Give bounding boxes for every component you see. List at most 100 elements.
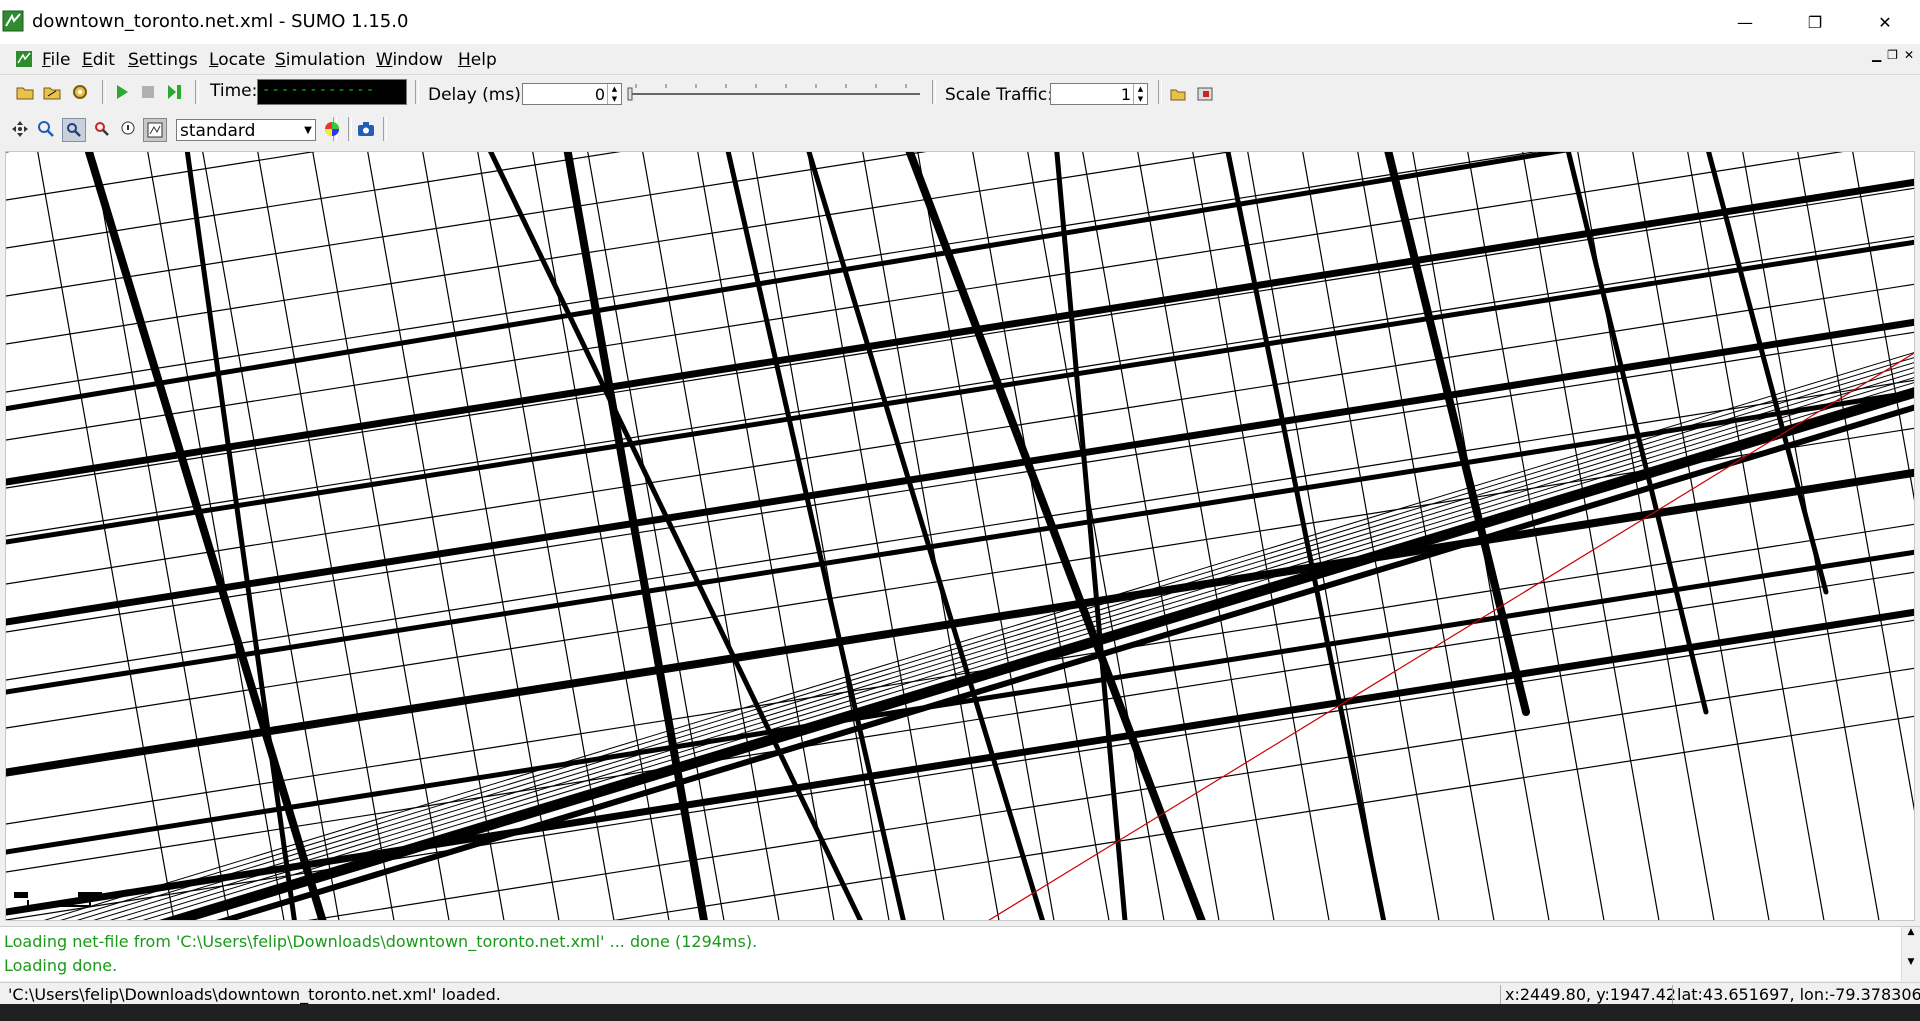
menu-simulation[interactable]: Simulation xyxy=(275,50,366,70)
reload-icon xyxy=(73,85,87,99)
close-icon: ✕ xyxy=(1878,12,1892,32)
open-view-button[interactable] xyxy=(1168,84,1188,104)
minimize-icon: — xyxy=(1737,12,1753,32)
os-taskbar xyxy=(0,1004,1920,1021)
view-scheme-value: standard xyxy=(180,121,256,141)
locate-edge-button[interactable] xyxy=(92,119,112,139)
close-button[interactable]: ✕ xyxy=(1850,0,1920,44)
log-line: Loading done. xyxy=(4,956,118,975)
scale-traffic-value: 1 xyxy=(1120,85,1131,104)
chevron-down-icon: ▼ xyxy=(304,124,312,136)
spinner-arrows-icon[interactable]: ▲ ▼ xyxy=(1133,84,1147,104)
scale-traffic-spinner[interactable]: 1 ▲ ▼ xyxy=(1050,83,1148,105)
status-bar: 'C:\Users\felip\Downloads\downtown_toron… xyxy=(0,982,1920,1005)
run-button[interactable] xyxy=(112,82,132,102)
time-value: ------------ xyxy=(262,82,376,98)
road-network-map xyxy=(6,152,1914,920)
tooltip-icon xyxy=(121,121,135,135)
mdi-close-icon[interactable]: ✕ xyxy=(1904,48,1914,62)
restore-button[interactable]: ❐ xyxy=(1780,0,1850,44)
road-segment xyxy=(6,475,1914,777)
mdi-controls: ▁ ❐ ✕ xyxy=(1872,48,1914,62)
menu-help[interactable]: Help xyxy=(458,50,497,70)
color-wheel-icon xyxy=(325,122,339,136)
road-segment xyxy=(76,362,1914,920)
road-segment xyxy=(1522,152,1660,920)
road-segment xyxy=(202,152,340,920)
road-segment xyxy=(6,187,1914,489)
road-segment xyxy=(6,468,1914,776)
stop-button[interactable] xyxy=(138,82,158,102)
menu-settings[interactable]: Settings xyxy=(128,50,198,70)
sumo-app-icon xyxy=(2,10,24,32)
network-view-canvas[interactable] xyxy=(5,151,1915,921)
road-segment xyxy=(6,379,1914,681)
tooltip-toggle-button[interactable] xyxy=(118,119,138,139)
step-icon xyxy=(168,85,181,99)
locate-edge-icon xyxy=(95,122,109,136)
view-scheme-select[interactable]: standard ▼ xyxy=(176,119,316,141)
edit-breakpoints-button[interactable] xyxy=(1195,84,1215,104)
road-segment xyxy=(917,152,1055,920)
stop-icon xyxy=(142,86,154,98)
status-xy: x:2449.80, y:1947.42 xyxy=(1500,985,1675,1005)
zoom-button[interactable] xyxy=(36,119,56,139)
camera-icon xyxy=(358,122,374,136)
restore-icon: ❐ xyxy=(1807,12,1823,32)
menu-bar: File Edit Settings Locate Simulation Win… xyxy=(0,44,1920,74)
message-log: Loading net-file from 'C:\Users\felip\Do… xyxy=(0,926,1920,981)
road-segment xyxy=(1027,152,1165,920)
road-segment xyxy=(6,318,1914,626)
road-segment xyxy=(6,571,1914,873)
road-segment xyxy=(6,619,1914,920)
open-network-button[interactable] xyxy=(42,82,62,102)
time-display: ------------ xyxy=(257,79,407,105)
open-simulation-button[interactable] xyxy=(15,82,35,102)
road-segment xyxy=(6,523,1914,825)
delay-spinner[interactable]: 0 ▲ ▼ xyxy=(522,83,622,105)
folder-icon xyxy=(1170,89,1186,101)
color-scheme-button[interactable] xyxy=(322,119,342,139)
road-segment xyxy=(905,152,1206,920)
log-scrollbar[interactable]: ▲ ▼ xyxy=(1901,927,1920,981)
road-segment xyxy=(1797,152,1914,812)
view-settings-icon xyxy=(147,122,163,138)
locate-junction-button[interactable] xyxy=(62,118,86,142)
screenshot-button[interactable] xyxy=(356,119,376,139)
time-label: Time: xyxy=(210,81,258,101)
menu-window[interactable]: Window xyxy=(376,50,443,70)
menu-edit[interactable]: Edit xyxy=(82,50,115,70)
log-line: Loading net-file from 'C:\Users\felip\Do… xyxy=(4,932,758,951)
minimize-button[interactable]: — xyxy=(1710,0,1780,44)
reload-button[interactable] xyxy=(70,82,90,102)
window-title: downtown_toronto.net.xml - SUMO 1.15.0 xyxy=(32,11,409,32)
road-segment xyxy=(6,152,316,201)
road-segment xyxy=(6,152,1538,393)
spinner-arrows-icon[interactable]: ▲ ▼ xyxy=(607,84,621,104)
open-folder-icon xyxy=(16,87,34,100)
simulation-toolbar: Time: ------------ Delay (ms): 0 ▲ ▼ Scal… xyxy=(0,74,1920,109)
breakpoints-icon xyxy=(1197,87,1213,101)
menu-locate[interactable]: Locate xyxy=(209,50,265,70)
road-segment xyxy=(563,152,708,920)
road-segment xyxy=(367,152,505,920)
title-bar: downtown_toronto.net.xml - SUMO 1.15.0 —… xyxy=(0,0,1920,44)
mdi-minimize-icon[interactable]: ▁ xyxy=(1872,48,1881,62)
road-segment xyxy=(147,152,285,920)
mdi-restore-icon[interactable]: ❐ xyxy=(1887,48,1898,62)
mdi-child-icon[interactable] xyxy=(15,50,33,68)
delay-slider[interactable] xyxy=(626,80,924,102)
view-settings-button[interactable] xyxy=(143,118,167,142)
step-button[interactable] xyxy=(165,82,185,102)
menu-file[interactable]: File xyxy=(42,50,70,70)
scale-bar xyxy=(14,892,104,916)
delay-label: Delay (ms): xyxy=(428,85,527,105)
status-message: 'C:\Users\felip\Downloads\downtown_toron… xyxy=(8,985,501,1004)
status-latlon: lat:43.651697, lon:-79.378306 xyxy=(1672,985,1920,1005)
open-network-icon xyxy=(43,87,61,100)
locate-junction-icon xyxy=(67,123,81,137)
road-segment xyxy=(1852,152,1914,501)
road-segment xyxy=(725,152,906,920)
play-icon xyxy=(117,85,128,99)
recenter-view-button[interactable] xyxy=(10,119,30,139)
